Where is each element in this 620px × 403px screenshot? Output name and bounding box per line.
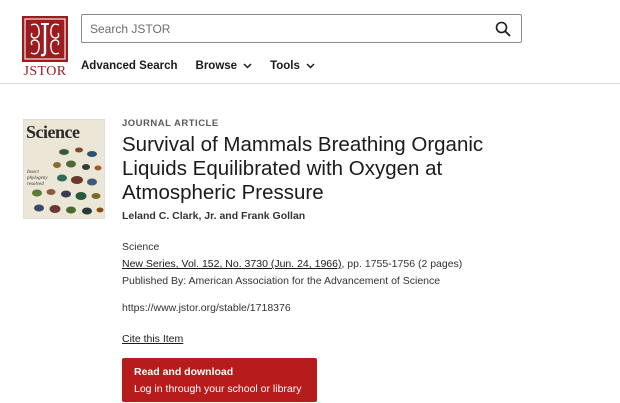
search-bar	[81, 14, 522, 43]
read-and-download-button[interactable]: Read and download Log in through your sc…	[122, 358, 317, 402]
journal-cover-image: Science Insect phylogeny resolved	[23, 119, 105, 219]
page-range: , pp. 1755-1756 (2 pages)	[341, 258, 463, 270]
site-header: JSTOR Advanced Search Browse Tools	[0, 0, 620, 84]
nav-advanced-search[interactable]: Advanced Search	[81, 60, 178, 72]
search-icon[interactable]	[495, 21, 511, 37]
search-input[interactable]	[90, 18, 480, 39]
article-type-label: JOURNAL ARTICLE	[122, 118, 219, 129]
cover-title: Science	[26, 122, 80, 142]
publisher-info: Published By: American Association for t…	[122, 275, 441, 287]
logo-text: JSTOR	[23, 64, 67, 79]
article-title: Survival of Mammals Breathing Organic Li…	[122, 133, 484, 204]
article-authors: Leland C. Clark, Jr. and Frank Gollan	[122, 210, 306, 222]
cite-this-item-link[interactable]: Cite this Item	[122, 333, 183, 345]
jstor-logo[interactable]: JSTOR	[22, 16, 68, 80]
nav-browse[interactable]: Browse	[196, 60, 253, 72]
nav-advanced-search-label: Advanced Search	[81, 60, 178, 72]
nav-browse-label: Browse	[195, 60, 238, 72]
main-nav: Advanced Search Browse Tools	[81, 58, 315, 74]
stable-url: https://www.jstor.org/stable/1718376	[122, 302, 291, 314]
jstor-logo-mark	[22, 16, 68, 62]
download-primary-label: Read and download	[134, 366, 234, 378]
nav-tools[interactable]: Tools	[270, 60, 315, 72]
issue-link[interactable]: New Series, Vol. 152, No. 3730 (Jun. 24,…	[122, 258, 341, 270]
chevron-down-icon	[243, 63, 252, 69]
nav-tools-label: Tools	[270, 60, 300, 72]
chevron-down-icon	[306, 63, 315, 69]
journal-name: Science	[122, 241, 160, 253]
issue-info: New Series, Vol. 152, No. 3730 (Jun. 24,…	[122, 258, 602, 270]
cover-subtitle: Insect phylogeny resolved	[27, 170, 48, 187]
download-secondary-label: Log in through your school or library	[134, 383, 302, 395]
article-details: JOURNAL ARTICLE Survival of Mammals Brea…	[122, 118, 602, 347]
